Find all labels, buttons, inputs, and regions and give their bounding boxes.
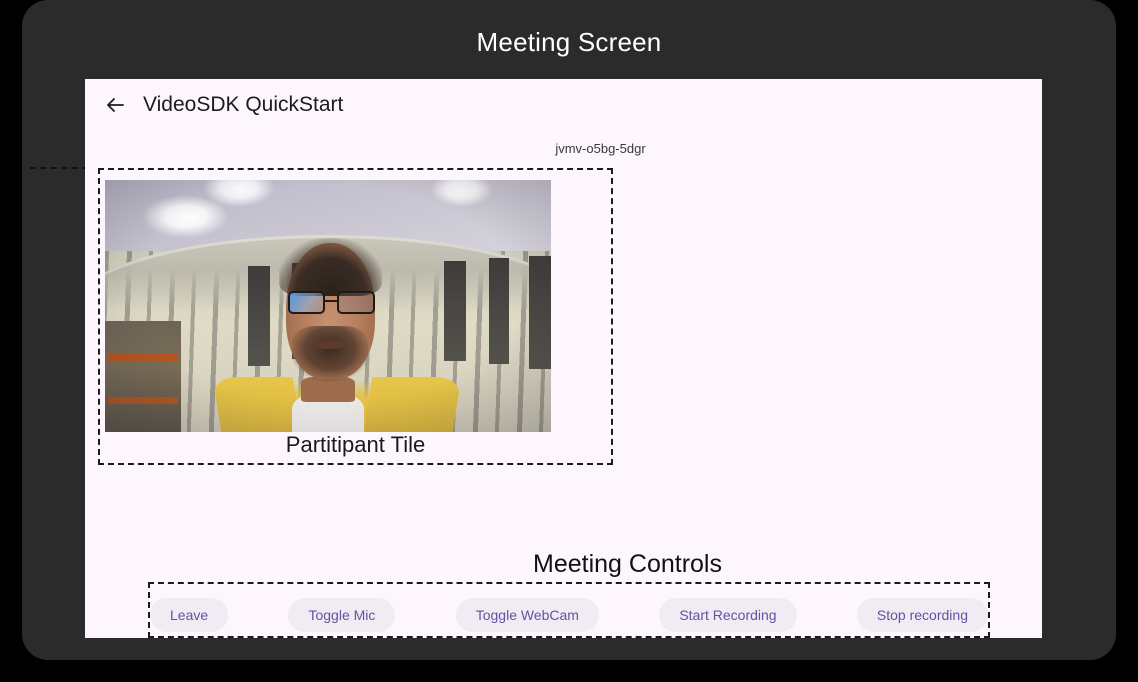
device-frame: Meeting Screen VideoSDK QuickStart jvmv-… xyxy=(22,0,1116,660)
meeting-controls-heading: Meeting Controls xyxy=(85,547,1042,581)
tile-annotation-overhang xyxy=(30,167,88,169)
page-title: Meeting Screen xyxy=(476,27,662,57)
meeting-controls-row: Leave Toggle Mic Toggle WebCam Start Rec… xyxy=(148,598,990,632)
toggle-webcam-button[interactable]: Toggle WebCam xyxy=(455,598,599,632)
app-bar: VideoSDK QuickStart xyxy=(85,79,1042,131)
screenshot-root: Meeting Screen VideoSDK QuickStart jvmv-… xyxy=(0,0,1138,682)
meeting-controls-heading-text: Meeting Controls xyxy=(533,550,722,578)
participant-tile-caption: Partitipant Tile xyxy=(285,432,426,457)
leave-button[interactable]: Leave xyxy=(150,598,229,632)
meeting-id: jvmv-o5bg-5dgr xyxy=(85,140,1042,157)
toggle-mic-button[interactable]: Toggle Mic xyxy=(288,598,396,632)
back-arrow-icon[interactable] xyxy=(93,83,137,127)
phone-card: VideoSDK QuickStart jvmv-o5bg-5dgr Parti… xyxy=(85,79,1042,638)
stop-recording-button[interactable]: Stop recording xyxy=(856,598,988,632)
participant-video[interactable] xyxy=(105,180,551,432)
app-bar-title: VideoSDK QuickStart xyxy=(143,93,344,116)
video-vignette xyxy=(105,180,551,432)
start-recording-button[interactable]: Start Recording xyxy=(659,598,797,632)
meeting-id-value: jvmv-o5bg-5dgr xyxy=(555,141,646,156)
